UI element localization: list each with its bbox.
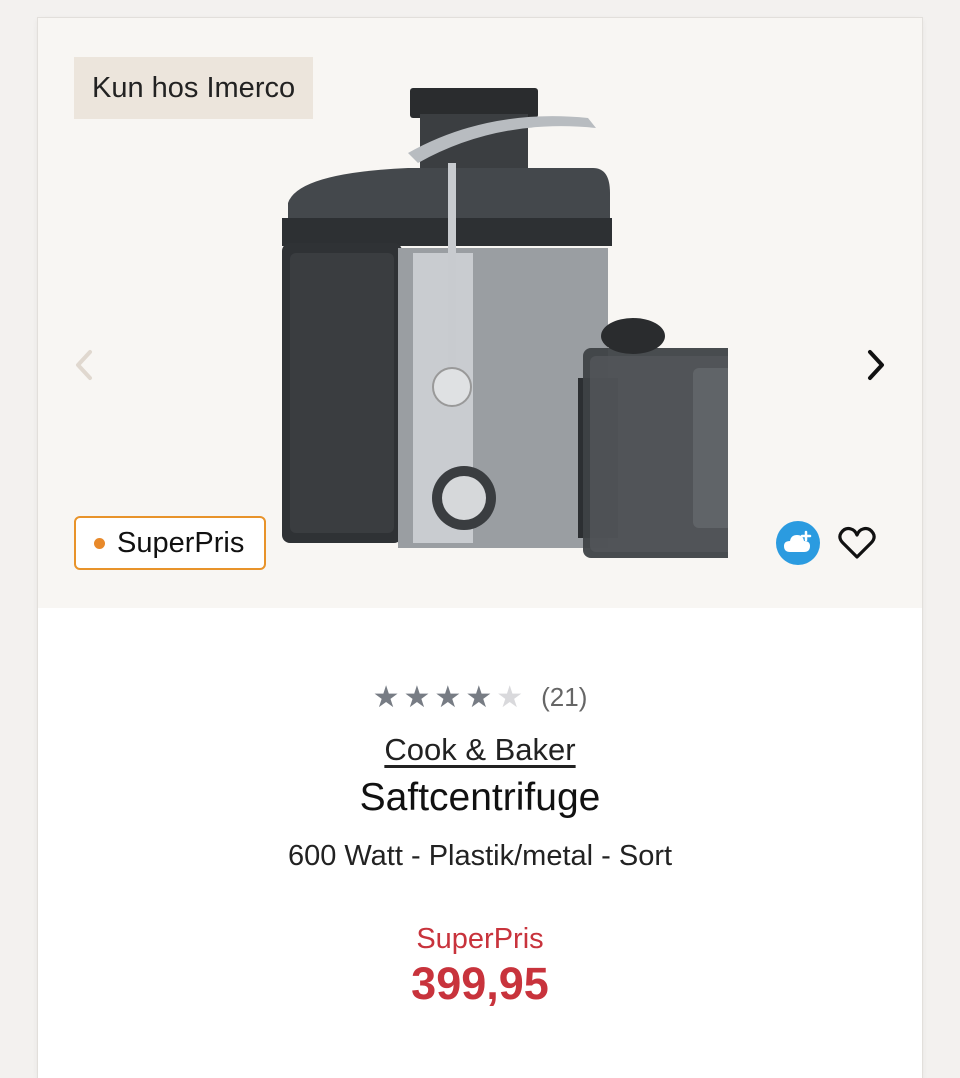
product-image-carousel[interactable]: Kun hos Imerco SuperPris	[38, 18, 922, 608]
carousel-next-button[interactable]	[854, 343, 898, 387]
chevron-left-icon	[76, 350, 92, 380]
brand-link[interactable]: Cook & Baker	[38, 732, 922, 768]
price-label: SuperPris	[416, 923, 544, 955]
badge-label: SuperPris	[117, 526, 245, 559]
product-variant: 600 Watt - Plastik/metal - Sort	[287, 840, 673, 872]
product-rating[interactable]: ★ ★ ★ ★ ★ (21)	[38, 682, 922, 713]
carousel-prev-button[interactable]	[62, 343, 106, 387]
product-title[interactable]: Saftcentrifuge	[38, 776, 922, 820]
star-filled-icon: ★	[403, 680, 431, 714]
cloud-icon	[784, 530, 812, 552]
favorite-button[interactable]	[835, 521, 879, 565]
cloud-plus-icon[interactable]	[776, 521, 820, 565]
superpris-badge: SuperPris	[74, 516, 267, 570]
badge-dot	[94, 537, 105, 549]
star-filled-icon: ★	[434, 680, 462, 714]
star-filled-icon: ★	[465, 680, 493, 714]
product-image	[282, 88, 728, 558]
chevron-right-icon	[868, 350, 884, 380]
product-price: 399,95	[411, 958, 549, 1009]
heart-icon	[838, 526, 876, 559]
star-empty-icon: ★	[496, 680, 524, 714]
rating-count: (21)	[541, 682, 588, 712]
star-filled-icon: ★	[372, 680, 400, 714]
product-card[interactable]: Kun hos Imerco SuperPris ★ ★ ★ ★ ★ (21) …	[38, 18, 922, 1078]
